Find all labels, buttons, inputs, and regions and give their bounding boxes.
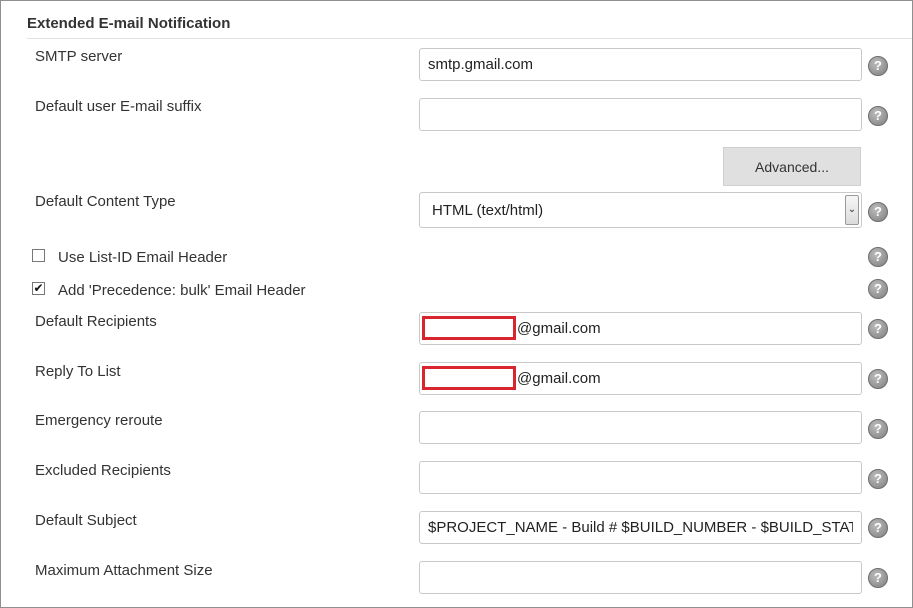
help-icon[interactable]: ? <box>868 568 888 588</box>
advanced-button[interactable]: Advanced... <box>723 147 861 186</box>
smtp-server-input[interactable] <box>419 48 862 81</box>
smtp-server-label: SMTP server <box>35 48 123 65</box>
default-subject-label: Default Subject <box>35 512 137 529</box>
help-icon[interactable]: ? <box>868 319 888 339</box>
email-suffix-label: Default user E-mail suffix <box>35 98 202 115</box>
help-icon[interactable]: ? <box>868 202 888 222</box>
section-divider <box>27 38 912 39</box>
section-title: Extended E-mail Notification <box>27 15 231 32</box>
chevron-down-icon[interactable]: ⌄ <box>845 195 859 225</box>
email-suffix-input[interactable] <box>419 98 862 131</box>
default-recipients-input[interactable]: @gmail.com <box>419 312 862 345</box>
help-icon[interactable]: ? <box>868 518 888 538</box>
default-subject-input[interactable] <box>419 511 862 544</box>
excluded-recipients-label: Excluded Recipients <box>35 462 171 479</box>
max-attachment-label: Maximum Attachment Size <box>35 562 213 579</box>
help-icon[interactable]: ? <box>868 247 888 267</box>
help-icon[interactable]: ? <box>868 106 888 126</box>
max-attachment-input[interactable] <box>419 561 862 594</box>
list-id-label: Use List-ID Email Header <box>58 249 228 266</box>
emergency-reroute-input[interactable] <box>419 411 862 444</box>
emergency-reroute-label: Emergency reroute <box>35 412 163 429</box>
reply-to-label: Reply To List <box>35 363 121 380</box>
precedence-checkbox[interactable]: ✔ <box>32 282 45 295</box>
default-recipients-label: Default Recipients <box>35 313 157 330</box>
precedence-label: Add 'Precedence: bulk' Email Header <box>58 282 306 299</box>
help-icon[interactable]: ? <box>868 56 888 76</box>
default-recipients-value: @gmail.com <box>517 320 601 337</box>
help-icon[interactable]: ? <box>868 279 888 299</box>
content-type-label: Default Content Type <box>35 193 176 210</box>
list-id-checkbox[interactable] <box>32 249 45 262</box>
content-type-value: HTML (text/html) <box>432 202 544 219</box>
redaction-box <box>422 366 516 391</box>
help-icon[interactable]: ? <box>868 469 888 489</box>
email-notification-panel: Extended E-mail Notification SMTP server… <box>0 0 913 608</box>
checkmark-icon: ✔ <box>33 281 44 295</box>
reply-to-value: @gmail.com <box>517 370 601 387</box>
redaction-box <box>422 316 516 341</box>
content-type-select[interactable]: HTML (text/html) ⌄ <box>419 192 862 228</box>
excluded-recipients-input[interactable] <box>419 461 862 494</box>
help-icon[interactable]: ? <box>868 419 888 439</box>
help-icon[interactable]: ? <box>868 369 888 389</box>
reply-to-input[interactable]: @gmail.com <box>419 362 862 395</box>
